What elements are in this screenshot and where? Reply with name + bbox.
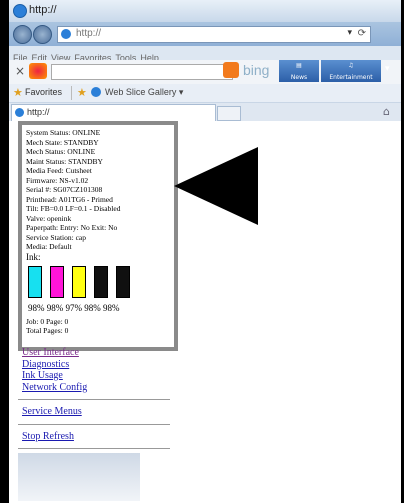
news-button[interactable]: ▤ News [279, 60, 319, 82]
web-slice-gallery-link[interactable]: Web Slice Gallery ▾ [105, 87, 183, 98]
status-line: Printhead: A01TG6 - Primed [26, 194, 113, 204]
navigation-bar: http:// ▾ ⟳ [9, 22, 401, 46]
pointer-arrow [174, 147, 258, 225]
title-bar: http:// [9, 0, 401, 22]
favorites-button[interactable]: Favorites [25, 87, 62, 97]
printer-status-panel: System Status: ONLINE Mech State: STANDBY… [18, 121, 178, 351]
status-line: Serial #: SG07CZ101308 [26, 185, 103, 194]
tab-title: http:// [27, 107, 50, 117]
service-menus-link[interactable]: Service Menus [22, 406, 170, 418]
add-favorite-icon[interactable]: ★ [77, 86, 87, 99]
background-gradient [18, 453, 140, 501]
status-line: Valve: openink [26, 213, 72, 223]
address-url: http:// [76, 28, 102, 39]
status-line: System Status: ONLINE [26, 128, 101, 137]
user-interface-link[interactable]: User Interface [22, 347, 170, 359]
job-status: Job: 0 Page: 0 [26, 316, 69, 326]
ink-usage-link[interactable]: Ink Usage [22, 370, 170, 382]
favorites-divider [71, 86, 72, 100]
status-line: Media Feed: Cutsheet [26, 166, 92, 175]
tab-favicon-icon [15, 108, 24, 117]
home-icon[interactable]: ⌂ [383, 105, 390, 118]
close-toolbar-icon[interactable]: × [15, 64, 25, 78]
status-line: Maint Status: STANDBY [26, 156, 103, 166]
ink-cartridge [72, 265, 86, 298]
forward-button[interactable] [33, 25, 52, 44]
ink-levels [28, 265, 174, 300]
back-button[interactable] [13, 25, 32, 44]
favorites-bar: ★ Favorites ★ Web Slice Gallery ▾ [9, 84, 401, 103]
ink-cartridge [50, 265, 64, 298]
tab-current[interactable]: http:// [11, 104, 216, 121]
bing-search-input[interactable] [51, 64, 233, 80]
status-line: Media: Default [26, 242, 72, 251]
status-line: Tilt: FB=0.0 LF=0.1 - Disabled [26, 204, 121, 213]
address-dropdown-icon[interactable]: ▾ [347, 28, 352, 38]
page-favicon-icon [61, 29, 71, 39]
status-line: Service Station: cap [26, 232, 86, 242]
stop-refresh-link[interactable]: Stop Refresh [22, 431, 170, 443]
ink-label: Ink: [26, 251, 41, 262]
total-pages: Total Pages: 0 [26, 326, 69, 335]
refresh-icon[interactable]: ⟳ [358, 28, 366, 39]
page-content: System Status: ONLINE Mech State: STANDBY… [9, 121, 401, 503]
ie-logo-icon [13, 4, 27, 18]
status-line: Mech Status: ONLINE [26, 147, 96, 156]
navigation-menu: User Interface Diagnostics Ink Usage Net… [18, 347, 170, 455]
status-lines: System Status: ONLINE Mech State: STANDBY… [22, 128, 174, 252]
status-line: Mech State: STANDBY [26, 137, 99, 147]
ink-cartridge [28, 265, 42, 298]
browser-window: http:// http:// ▾ ⟳ File Edit View Favorite… [9, 0, 401, 503]
msn-logo-icon [29, 63, 47, 79]
tab-bar: http:// ⌂ [9, 103, 401, 121]
ink-percentages: 98% 98% 97% 98% 98% [28, 302, 120, 313]
diagnostics-link[interactable]: Diagnostics [22, 359, 170, 371]
bing-logo: bing [243, 62, 270, 78]
nav-divider [18, 399, 170, 400]
web-slice-icon [91, 87, 101, 97]
ink-cartridge [94, 265, 108, 298]
entertainment-label: Entertainment [329, 74, 373, 81]
ink-cartridge [116, 265, 130, 298]
nav-divider [18, 423, 170, 425]
status-line: Firmware: NS-v1.02 [26, 175, 89, 185]
favorites-star-icon[interactable]: ★ [13, 86, 23, 99]
entertainment-button[interactable]: ♫ Entertainment [321, 60, 381, 82]
news-label: News [290, 74, 308, 81]
toolbar-more-icon[interactable]: ▾ [385, 64, 390, 74]
nav-divider [18, 448, 170, 449]
search-button[interactable] [223, 62, 239, 78]
network-config-link[interactable]: Network Config [22, 382, 170, 394]
menu-bar: File Edit View Favorites Tools Help [9, 46, 401, 63]
status-line: Paperpath: Entry: No Exit: No [26, 223, 118, 232]
bing-toolbar: × bing ▤ News ♫ Entertainment ▾ [9, 60, 401, 84]
address-bar[interactable]: http:// ▾ ⟳ [57, 26, 371, 43]
new-tab-button[interactable] [217, 106, 241, 121]
window-title: http:// [29, 4, 57, 16]
